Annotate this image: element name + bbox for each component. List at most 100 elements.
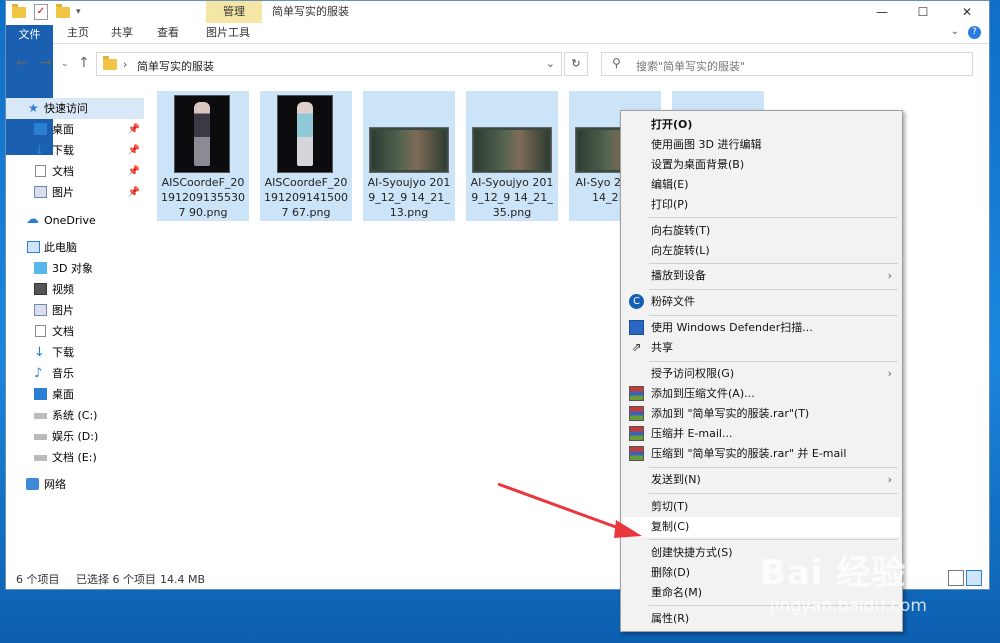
sidebar-item-pc-pictures[interactable]: 图片 [6,300,144,321]
sidebar-item-onedrive[interactable]: ☁ OneDrive [6,210,144,231]
refresh-button[interactable]: ↻ [564,52,588,76]
submenu-arrow-icon: › [887,473,892,486]
sidebar-item-pc-documents[interactable]: 文档 [6,321,144,342]
manage-tab[interactable]: 管理 [206,1,262,23]
document-icon [35,165,46,177]
menu-item-share[interactable]: ⇗ 共享 [623,338,900,358]
sidebar-item-pc-desktop[interactable]: 桌面 [6,384,144,405]
back-arrow-icon[interactable]: ← [16,55,28,71]
sidebar-item-music[interactable]: ♪ 音乐 [6,363,144,384]
menu-item-rotate-right[interactable]: 向右旋转(T) [623,221,900,241]
sidebar-item-network[interactable]: 网络 [6,474,144,495]
sidebar-item-label: 视频 [52,283,74,296]
sidebar-item-videos[interactable]: 视频 [6,279,144,300]
sidebar-item-documents[interactable]: 文档 📌 [6,161,144,182]
menu-separator [649,361,898,362]
menu-item-shred[interactable]: C 粉碎文件 [623,292,900,312]
menu-item-send-to[interactable]: 发送到(N) › [623,470,900,490]
tab-share[interactable]: 共享 [102,23,142,43]
new-folder-quick-icon[interactable] [56,3,70,20]
menu-item-edit-paint3d[interactable]: 使用画图 3D 进行编辑 [623,135,900,155]
help-icon[interactable]: ? [968,26,981,39]
shred-icon: C [629,294,644,309]
menu-item-compress-rar-email[interactable]: 压缩到 "简单写实的服装.rar" 并 E-mail [623,444,900,464]
sidebar-item-label: OneDrive [44,214,96,227]
file-name: AI-Syoujyo 2019_12_9 14_21_13.png [367,176,451,219]
sidebar-item-drive-d[interactable]: 娱乐 (D:) [6,426,144,447]
file-item[interactable]: AI-Syoujyo 2019_12_9 14_21_13.png [363,91,455,221]
sidebar-item-this-pc[interactable]: 此电脑 [6,237,144,258]
selected-count: 已选择 6 个项目 [76,573,156,586]
menu-separator [649,493,898,494]
menu-item-add-to-rar[interactable]: 添加到 "简单写实的服装.rar"(T) [623,404,900,424]
large-icons-view-icon[interactable] [966,570,982,586]
chevron-down-icon[interactable]: ⌄ [546,57,555,70]
pin-icon[interactable]: 📌 [128,161,140,182]
image-thumbnail [472,127,552,173]
file-name: AI-Syoujyo 2019_12_9 14_21_35.png [470,176,554,219]
menu-item-cast-to-device[interactable]: 播放到设备 › [623,266,900,286]
menu-item-copy[interactable]: 复制(C) [623,517,900,537]
defender-shield-icon [629,320,644,335]
winrar-icon [629,406,644,421]
menu-item-open[interactable]: 打开(O) [623,115,900,135]
sidebar-item-label: 图片 [52,186,74,199]
menu-item-defender-scan[interactable]: 使用 Windows Defender扫描... [623,318,900,338]
pin-icon[interactable]: 📌 [128,182,140,203]
menu-item-grant-access[interactable]: 授予访问权限(G) › [623,364,900,384]
pin-icon[interactable]: 📌 [128,119,140,140]
sidebar-item-pc-downloads[interactable]: ↓ 下载 [6,342,144,363]
menu-item-edit[interactable]: 编辑(E) [623,175,900,195]
menu-separator [649,539,898,540]
search-icon: ⚲ [612,56,621,70]
up-arrow-icon[interactable]: ↑ [78,55,90,71]
breadcrumb[interactable]: 简单写实的服装 [137,58,214,74]
menu-item-cut[interactable]: 剪切(T) [623,497,900,517]
selected-size: 14.4 MB [160,573,206,586]
file-item[interactable]: AISCoordeF_201912091355307 90.png [157,91,249,221]
folder-icon [103,56,117,70]
sidebar-item-label: 文档 (E:) [52,451,97,464]
maximize-button[interactable]: ☐ [900,1,946,23]
sidebar-item-pictures[interactable]: 图片 📌 [6,182,144,203]
file-name: AISCoordeF_201912091415007 67.png [264,176,348,219]
sidebar-item-label: 图片 [52,304,74,317]
picture-icon [34,304,47,316]
sidebar-item-drive-e[interactable]: 文档 (E:) [6,447,144,468]
file-item[interactable]: AI-Syoujyo 2019_12_9 14_21_35.png [466,91,558,221]
title-bar: ✓ ▾ 管理 简单写实的服装 — ☐ ✕ [6,1,989,23]
sidebar-item-drive-c[interactable]: 系统 (C:) [6,405,144,426]
sidebar-item-label: 3D 对象 [52,262,93,275]
forward-arrow-icon[interactable]: → [40,55,52,71]
sidebar-item-desktop[interactable]: 桌面 📌 [6,119,144,140]
customize-toolbar-icon[interactable]: ▾ [76,4,81,20]
sidebar-item-3d-objects[interactable]: 3D 对象 [6,258,144,279]
item-count: 6 个项目 [16,573,60,586]
menu-item-print[interactable]: 打印(P) [623,195,900,215]
sidebar-item-label: 娱乐 (D:) [52,430,99,443]
sidebar-item-label: 网络 [44,478,66,491]
sidebar-item-label: 此电脑 [44,241,77,254]
sidebar-item-quick-access[interactable]: ★ 快速访问 [6,98,144,119]
baidu-watermark-url: jingyan.baidu.com [770,596,927,616]
address-bar[interactable]: › 简单写实的服装 ⌄ [96,52,562,76]
submenu-arrow-icon: › [887,367,892,380]
minimize-button[interactable]: — [859,1,905,23]
details-view-icon[interactable] [948,570,964,586]
menu-item-rotate-left[interactable]: 向左旋转(L) [623,241,900,261]
menu-separator [649,263,898,264]
menu-item-compress-email[interactable]: 压缩并 E-mail... [623,424,900,444]
recent-locations-icon[interactable]: ⌄ [61,59,69,69]
tab-view[interactable]: 查看 [148,23,188,43]
sidebar-item-downloads[interactable]: ↓ 下载 📌 [6,140,144,161]
pin-icon[interactable]: 📌 [128,140,140,161]
tab-home[interactable]: 主页 [58,23,98,43]
tab-picture-tools[interactable]: 图片工具 [200,23,256,43]
menu-item-set-wallpaper[interactable]: 设置为桌面背景(B) [623,155,900,175]
menu-item-add-to-archive[interactable]: 添加到压缩文件(A)... [623,384,900,404]
file-item[interactable]: AISCoordeF_201912091415007 67.png [260,91,352,221]
search-input[interactable]: ⚲ 搜索"简单写实的服装" [601,52,973,76]
expand-ribbon-icon[interactable]: ⌄ [951,26,959,37]
close-button[interactable]: ✕ [944,1,990,23]
properties-quick-icon[interactable]: ✓ [34,4,48,20]
